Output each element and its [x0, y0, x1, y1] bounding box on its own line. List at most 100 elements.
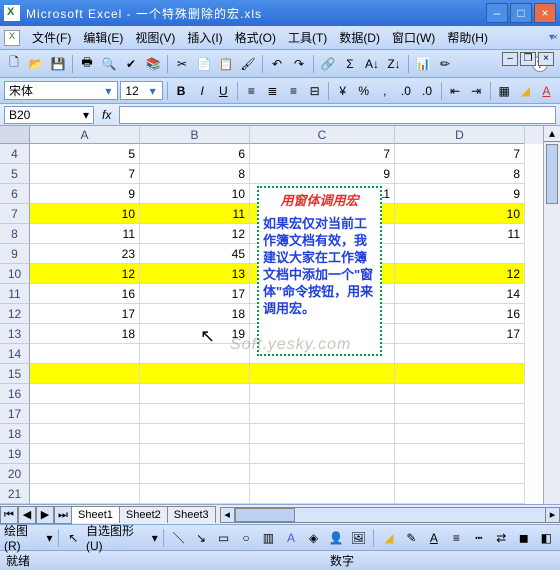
cell[interactable]	[30, 464, 140, 484]
sort-asc-button[interactable]: A↓	[362, 54, 382, 74]
cell[interactable]	[395, 404, 525, 424]
paste-button[interactable]: 📋	[216, 54, 236, 74]
cell[interactable]: 13	[140, 264, 250, 284]
cell[interactable]	[395, 364, 525, 384]
cell[interactable]: 8	[140, 164, 250, 184]
arrow-button[interactable]: ↘	[191, 528, 210, 548]
wordart-button[interactable]: A	[281, 528, 300, 548]
cell[interactable]: 12	[30, 264, 140, 284]
row-header[interactable]: 19	[0, 444, 30, 464]
cell[interactable]: 45	[140, 244, 250, 264]
cell[interactable]	[250, 424, 395, 444]
align-right-button[interactable]: ≡	[284, 81, 303, 101]
cell[interactable]: 9	[30, 184, 140, 204]
font-name-combo[interactable]: 宋体 ▾	[4, 81, 118, 100]
cell[interactable]	[140, 364, 250, 384]
menu-tools[interactable]: 工具(T)	[282, 27, 333, 48]
shadow-button[interactable]: ◼	[514, 528, 533, 548]
font-color-button[interactable]: A	[424, 528, 443, 548]
dash-style-button[interactable]: ┅	[469, 528, 488, 548]
close-button[interactable]: ×	[534, 3, 556, 23]
cell[interactable]	[30, 364, 140, 384]
column-header[interactable]: B	[140, 126, 250, 144]
menu-format[interactable]: 格式(O)	[229, 27, 282, 48]
autosum-button[interactable]: Σ	[340, 54, 360, 74]
cell[interactable]: 18	[140, 304, 250, 324]
cell[interactable]: 17	[395, 324, 525, 344]
row-header[interactable]: 17	[0, 404, 30, 424]
menu-insert[interactable]: 插入(I)	[181, 27, 228, 48]
menu-overflow-icon[interactable]: ▾×	[549, 32, 556, 43]
doc-minimize-button[interactable]: –	[502, 52, 518, 66]
cell[interactable]: 16	[395, 304, 525, 324]
cell[interactable]	[140, 384, 250, 404]
decrease-indent-button[interactable]: ⇤	[446, 81, 465, 101]
cell[interactable]	[395, 344, 525, 364]
borders-button[interactable]: ▦	[495, 81, 514, 101]
menu-view[interactable]: 视图(V)	[129, 27, 181, 48]
minimize-button[interactable]: –	[486, 3, 508, 23]
cell[interactable]	[395, 464, 525, 484]
rectangle-button[interactable]: ▭	[214, 528, 233, 548]
row-header[interactable]: 14	[0, 344, 30, 364]
row-header[interactable]: 6	[0, 184, 30, 204]
currency-button[interactable]: ¥	[333, 81, 352, 101]
print-button[interactable]: 🖶	[77, 54, 97, 74]
cell[interactable]	[30, 344, 140, 364]
tab-first-button[interactable]: ⏮	[0, 506, 18, 524]
cell[interactable]	[30, 384, 140, 404]
cell[interactable]	[395, 384, 525, 404]
tab-last-button[interactable]: ⏭	[54, 506, 72, 524]
name-box[interactable]: B20 ▾	[4, 106, 94, 124]
cell[interactable]: 23	[30, 244, 140, 264]
sheet-tab-3[interactable]: Sheet3	[167, 506, 216, 523]
fill-color-button[interactable]: ◢	[379, 528, 398, 548]
row-header[interactable]: 8	[0, 224, 30, 244]
row-header[interactable]: 12	[0, 304, 30, 324]
cell[interactable]: 17	[140, 284, 250, 304]
cell[interactable]: 11	[395, 224, 525, 244]
cell[interactable]: 10	[395, 204, 525, 224]
sheet-tab-2[interactable]: Sheet2	[119, 506, 168, 523]
row-header[interactable]: 13	[0, 324, 30, 344]
cell[interactable]	[250, 404, 395, 424]
cell[interactable]	[395, 424, 525, 444]
cell[interactable]: 8	[395, 164, 525, 184]
horizontal-scrollbar[interactable]: ◂ ▸	[220, 507, 560, 523]
cell[interactable]: 9	[395, 184, 525, 204]
redo-button[interactable]: ↷	[289, 54, 309, 74]
copy-button[interactable]: 📄	[194, 54, 214, 74]
drawing-button[interactable]: ✏	[435, 54, 455, 74]
select-all-corner[interactable]	[0, 126, 30, 144]
research-button[interactable]: 📚	[143, 54, 163, 74]
cell[interactable]	[250, 444, 395, 464]
cell[interactable]	[30, 444, 140, 464]
menu-edit[interactable]: 编辑(E)	[77, 27, 129, 48]
row-header[interactable]: 15	[0, 364, 30, 384]
format-painter-button[interactable]: 🖌	[238, 54, 258, 74]
oval-button[interactable]: ○	[236, 528, 255, 548]
autoshapes-menu[interactable]: 自选图形(U)	[86, 522, 149, 553]
align-left-button[interactable]: ≡	[242, 81, 261, 101]
column-header[interactable]: A	[30, 126, 140, 144]
new-button[interactable]: 🗋	[4, 54, 24, 74]
cell[interactable]: 12	[140, 224, 250, 244]
scroll-right-button[interactable]: ▸	[545, 508, 559, 522]
comma-button[interactable]: ,	[375, 81, 394, 101]
row-header[interactable]: 11	[0, 284, 30, 304]
cell[interactable]: 7	[30, 164, 140, 184]
cell[interactable]: 10	[140, 184, 250, 204]
decrease-decimal-button[interactable]: .0	[417, 81, 436, 101]
cell[interactable]: 7	[250, 144, 395, 164]
cell[interactable]: 11	[30, 224, 140, 244]
cell[interactable]	[250, 384, 395, 404]
menu-help[interactable]: 帮助(H)	[441, 27, 494, 48]
scroll-thumb[interactable]	[235, 508, 295, 522]
menu-file[interactable]: 文件(F)	[26, 27, 77, 48]
textbox-button[interactable]: ▥	[259, 528, 278, 548]
cut-button[interactable]: ✂	[172, 54, 192, 74]
save-button[interactable]: 💾	[48, 54, 68, 74]
3d-button[interactable]: ◧	[537, 528, 556, 548]
line-color-button[interactable]: ✎	[402, 528, 421, 548]
vertical-scrollbar[interactable]: ▴	[543, 126, 560, 504]
